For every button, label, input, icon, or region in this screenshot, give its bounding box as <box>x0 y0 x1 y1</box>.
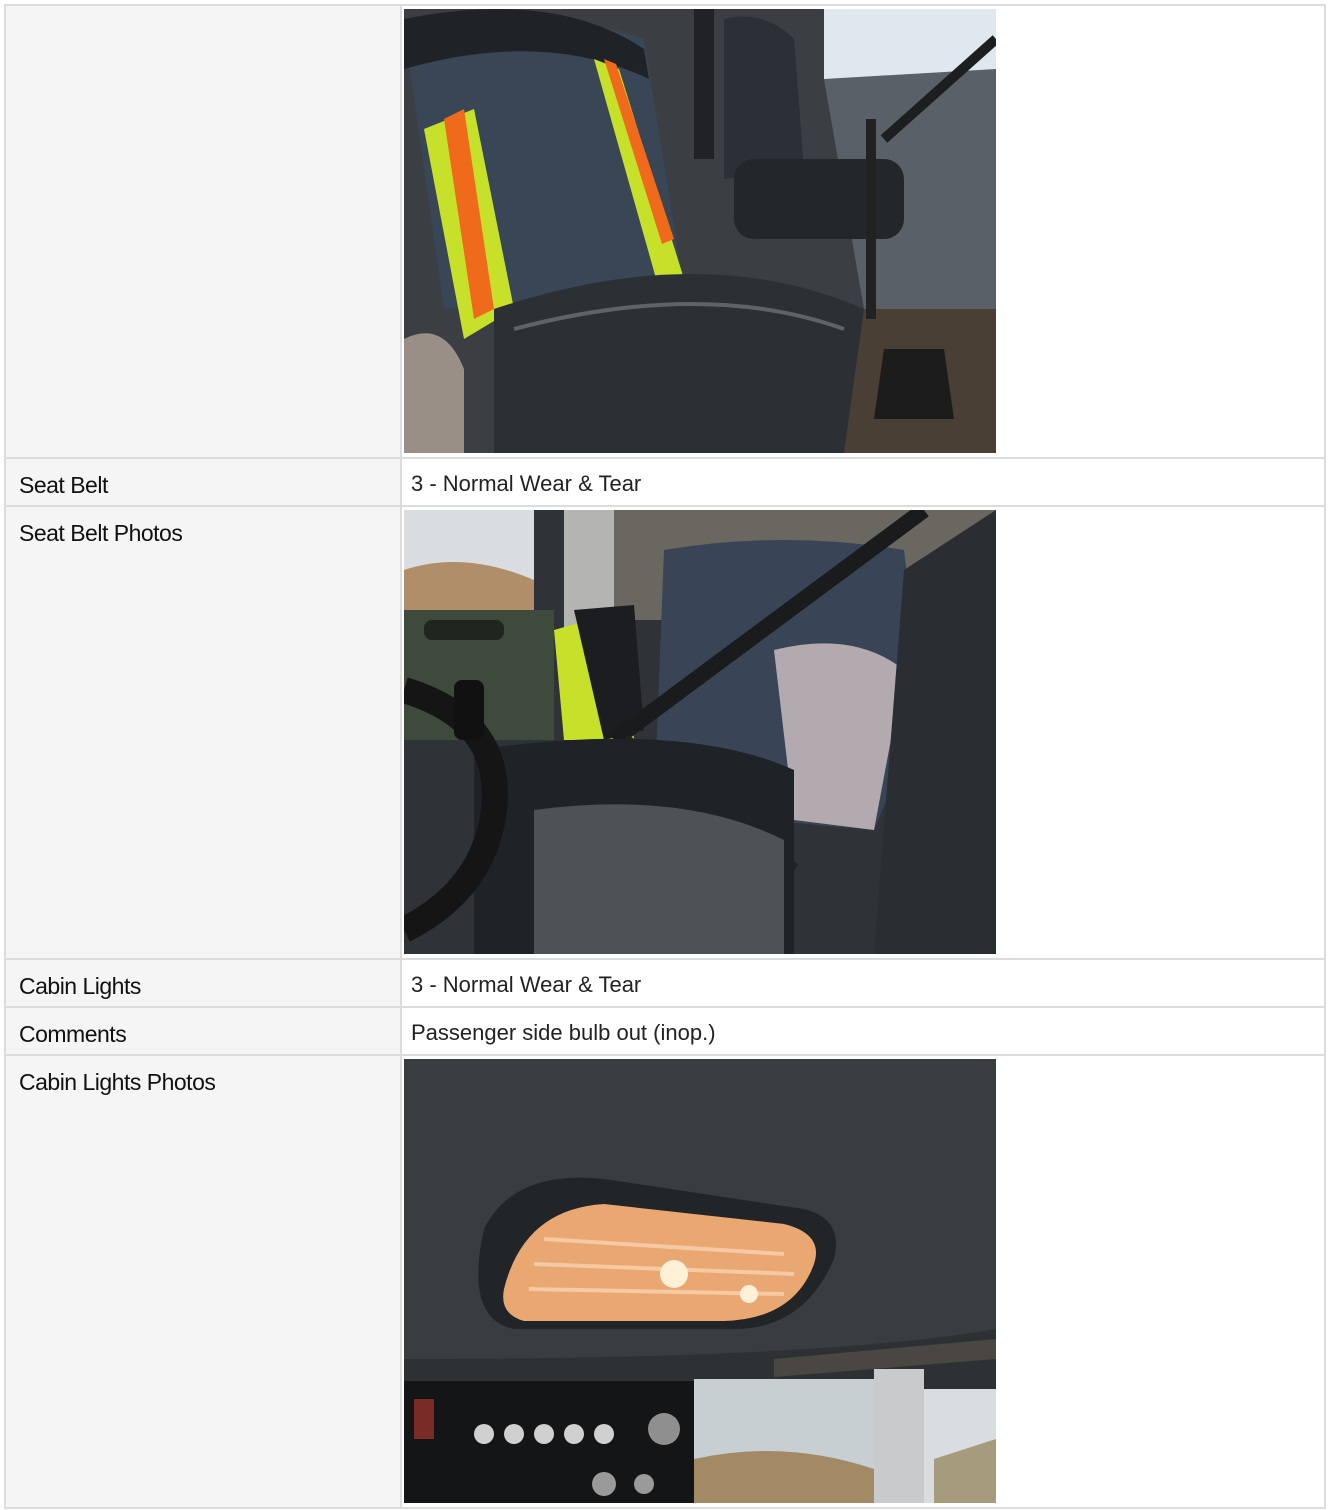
row-label-cell: Seat Belt <box>4 457 402 507</box>
row-value-cell <box>400 1054 1326 1509</box>
row-value-cell: 3 - Normal Wear & Tear <box>400 457 1326 507</box>
seat-belt-value: 3 - Normal Wear & Tear <box>411 471 642 496</box>
table-row: Seat Belt 3 - Normal Wear & Tear <box>4 457 1326 507</box>
cabin-lights-photos-label: Cabin Lights Photos <box>19 1069 216 1095</box>
row-label-cell: Cabin Lights <box>4 958 402 1008</box>
seat-belt-photo[interactable] <box>404 510 996 954</box>
cabin-lights-label: Cabin Lights <box>19 973 141 999</box>
comments-value: Passenger side bulb out (inop.) <box>411 1020 716 1045</box>
row-label <box>6 6 400 19</box>
row-value-cell: Passenger side bulb out (inop.) <box>400 1006 1326 1056</box>
table-row: Comments Passenger side bulb out (inop.) <box>4 1006 1326 1056</box>
inspection-table: Seat Belt 3 - Normal Wear & Tear Seat Be… <box>4 4 1326 1509</box>
table-row: Cabin Lights 3 - Normal Wear & Tear <box>4 958 1326 1008</box>
cabin-lights-value: 3 - Normal Wear & Tear <box>411 972 642 997</box>
seat-belt-photos-label: Seat Belt Photos <box>19 520 183 546</box>
row-label-cell: Comments <box>4 1006 402 1056</box>
table-row: Cabin Lights Photos <box>4 1054 1326 1509</box>
row-value-cell <box>400 505 1326 960</box>
row-label-cell: Seat Belt Photos <box>4 505 402 960</box>
table-row: Seat Belt Photos <box>4 505 1326 960</box>
row-value-cell: 3 - Normal Wear & Tear <box>400 958 1326 1008</box>
table-row <box>4 4 1326 459</box>
row-label-cell: Cabin Lights Photos <box>4 1054 402 1509</box>
seat-photo[interactable] <box>404 9 996 453</box>
seat-belt-label: Seat Belt <box>19 472 108 498</box>
cabin-lights-photo[interactable] <box>404 1059 996 1503</box>
row-label-cell <box>4 4 402 459</box>
row-value-cell <box>400 4 1326 459</box>
comments-label: Comments <box>19 1021 127 1047</box>
